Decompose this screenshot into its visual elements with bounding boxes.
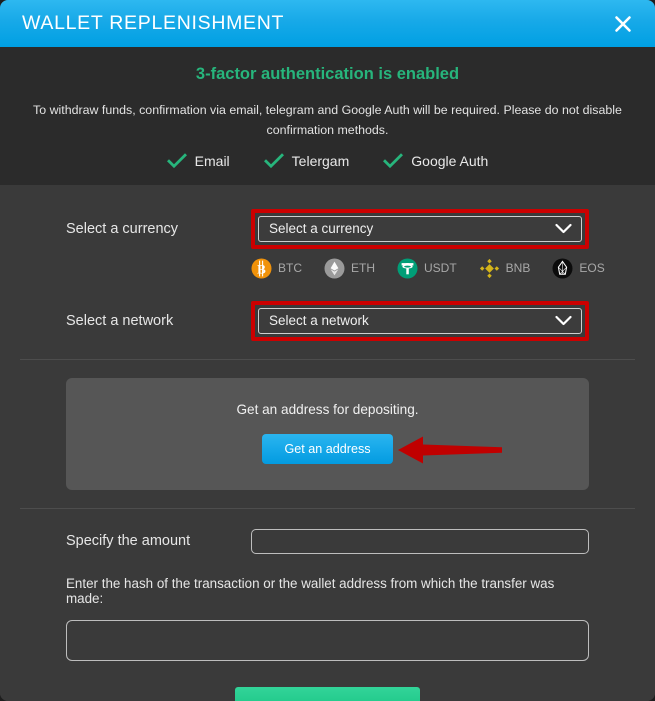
chevron-down-icon [555,223,572,234]
coin-btc[interactable]: B BTC [251,258,302,279]
amount-row: Specify the amount [66,528,589,554]
modal-header: WALLET REPLENISHMENT [0,0,655,47]
amount-input[interactable] [251,528,589,554]
close-glyph [615,15,631,32]
ethereum-icon [324,258,345,279]
coin-label: USDT [424,261,457,276]
address-prompt: Get an address for depositing. [236,401,419,417]
network-select-highlight: Select a network [251,300,589,341]
coin-label: BTC [278,261,302,276]
auth-method-label: Email [194,152,230,169]
coin-label: EOS [579,261,605,276]
currency-select-highlight: Select a currency [251,208,589,249]
network-select-value: Select a network [269,313,369,329]
close-icon[interactable] [609,10,637,38]
chevron-down-icon [555,315,572,326]
currency-select[interactable]: Select a currency [258,215,582,242]
transfer-form: Specify the amount Enter the hash of the… [0,509,655,701]
auth-method-label: Google Auth [411,152,489,169]
network-row: Select a network Select a network [0,300,655,341]
modal-body: Select a currency Select a currency B BT… [0,184,655,701]
auth-notice-title: 3-factor authentication is enabled [195,65,460,83]
red-arrow-pointer-icon [398,436,502,464]
svg-text:B: B [257,261,266,276]
eos-icon [552,258,573,279]
currency-icon-list: B BTC ETH USDT BNB EOS [0,249,655,279]
auth-methods-list: Email Telergam Google Auth [20,153,635,169]
address-section: Get an address for depositing. Get an ad… [0,360,655,490]
wallet-replenishment-modal: WALLET REPLENISHMENT 3-factor authentica… [0,0,655,701]
auth-method-email: Email [166,152,230,169]
bitcoin-icon: B [251,258,272,279]
amount-label: Specify the amount [66,533,191,550]
coin-label: ETH [351,261,375,276]
coin-label: BNB [505,261,531,276]
auth-method-label: Telergam [291,152,350,169]
network-select[interactable]: Select a network [258,307,582,334]
currency-row: Select a currency Select a currency [0,208,655,249]
coin-bnb[interactable]: BNB [479,258,531,279]
currency-label: Select a currency [66,220,179,237]
auth-notice-band: 3-factor authentication is enabled To wi… [0,47,655,185]
auth-method-telegram: Telergam [263,152,350,169]
network-label: Select a network [66,312,174,329]
get-address-button[interactable]: Get an address [262,433,393,464]
coin-usdt[interactable]: USDT [397,258,457,279]
hash-label: Enter the hash of the transaction or the… [66,575,555,606]
coin-eos[interactable]: EOS [552,258,605,279]
check-icon [383,153,404,169]
auth-notice-text: To withdraw funds, confirmation via emai… [33,103,622,138]
check-icon [166,153,187,169]
currency-select-value: Select a currency [269,221,374,237]
check-icon [263,153,284,169]
binance-icon [479,258,499,279]
address-panel: Get an address for depositing. Get an ad… [66,377,589,490]
tether-icon [397,258,418,279]
auth-method-google-auth: Google Auth [383,153,488,169]
coin-eth[interactable]: ETH [324,258,375,279]
page-title: WALLET REPLENISHMENT [22,11,285,34]
i-have-sent-the-funds-button[interactable]: I have sent the funds [234,686,421,701]
selection-section: Select a currency Select a currency B BT… [0,185,655,341]
hash-input[interactable] [66,619,589,661]
submit-row: I have sent the funds [66,686,589,701]
